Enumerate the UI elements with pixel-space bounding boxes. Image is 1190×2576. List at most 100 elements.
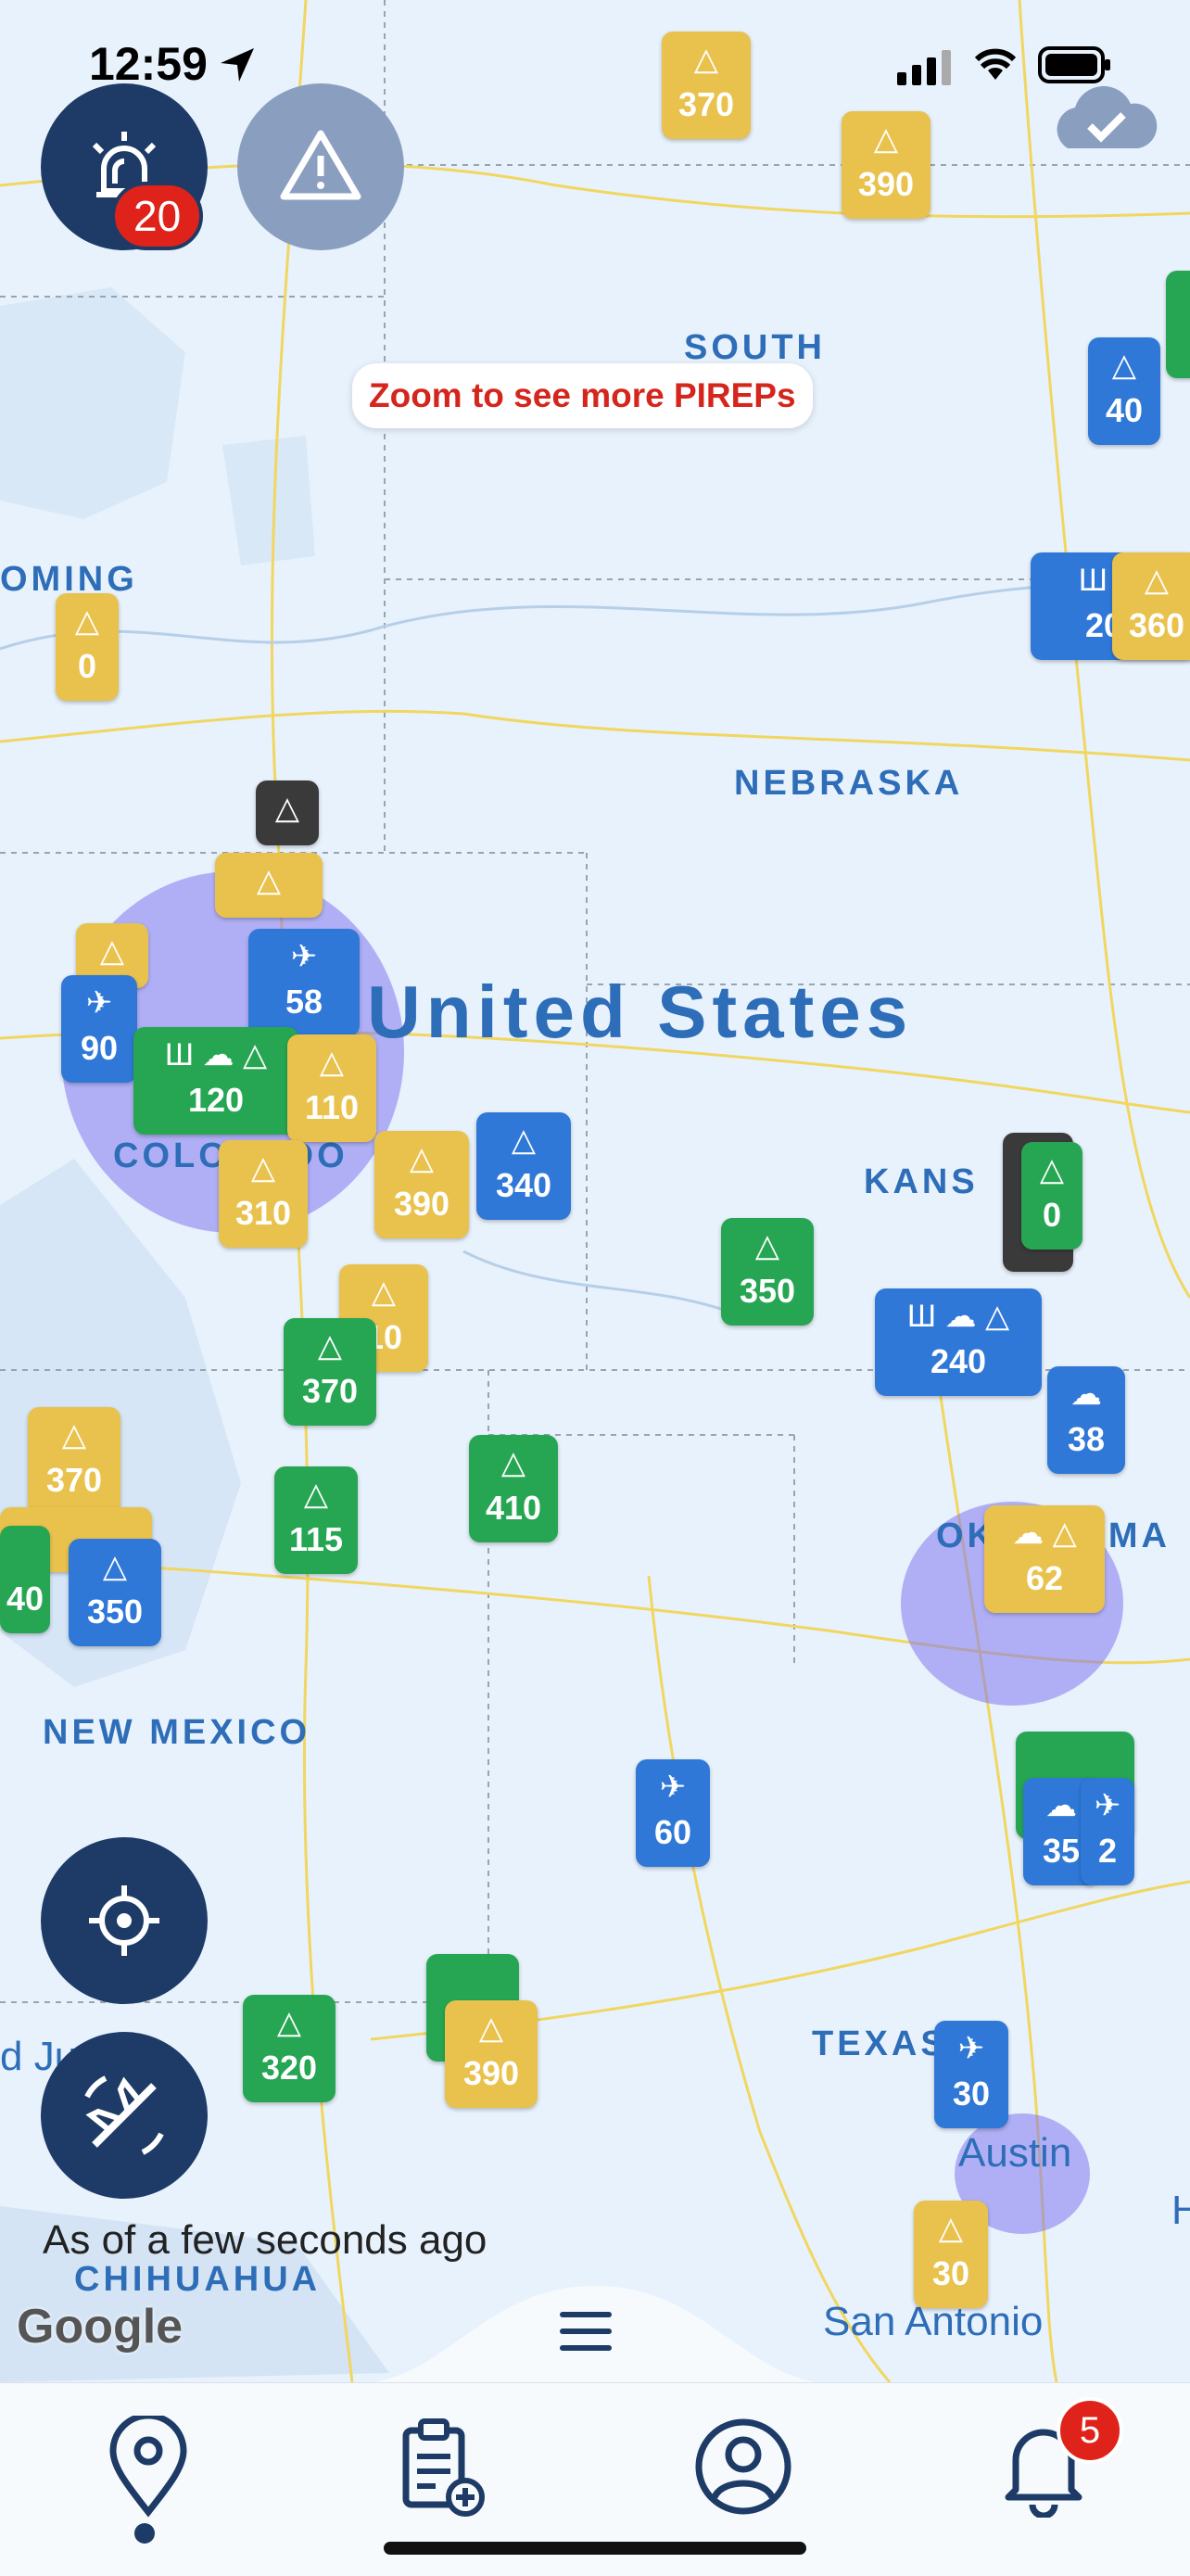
pirep-marker-partial[interactable]: [1166, 271, 1190, 378]
pirep-altitude: 30: [952, 2075, 991, 2113]
map-view[interactable]: SOUTH OMING NEBRASKA KANS COLORADO NEW M…: [0, 0, 1190, 2382]
airplane-icon: ✈: [1094, 1788, 1121, 1823]
turbulence-icon: △: [61, 1417, 87, 1453]
tab-profile[interactable]: [678, 2402, 808, 2532]
turbulence-icon: △: [102, 1549, 128, 1584]
airplane-icon: ✈: [85, 985, 113, 1021]
turbulence-icon: △: [371, 1275, 397, 1310]
pirep-marker[interactable]: △ 310: [219, 1140, 308, 1248]
flight-tracking-button[interactable]: [41, 2032, 208, 2199]
cloud-check-icon[interactable]: [1049, 74, 1160, 158]
pirep-marker[interactable]: △ 350: [721, 1218, 814, 1326]
pirep-marker[interactable]: △ 390: [374, 1131, 469, 1238]
turbulence-icon: △: [317, 1328, 343, 1364]
airplane-icon: ✈: [957, 2031, 985, 2066]
wifi-icon: [974, 48, 1017, 80]
pirep-marker[interactable]: Ш ☁ △ 240: [875, 1288, 1042, 1396]
turbulence-icon: △: [873, 121, 899, 157]
city-label-austin: Austin: [958, 2130, 1072, 2176]
pirep-marker[interactable]: △ 110: [287, 1034, 376, 1142]
turbulence-icon: △: [250, 1150, 276, 1186]
pirep-marker[interactable]: △ 350: [69, 1539, 161, 1646]
pirep-marker[interactable]: △ 0: [56, 593, 119, 701]
last-updated-text: As of a few seconds ago: [43, 2217, 487, 2263]
airplane-icon: ✈: [659, 1770, 687, 1805]
pirep-marker-stack[interactable]: △: [256, 780, 319, 845]
pirep-marker[interactable]: △ 360: [1112, 552, 1190, 660]
notifications-badge: 5: [1057, 2397, 1123, 2464]
pirep-altitude: 310: [234, 1194, 292, 1232]
pirep-marker[interactable]: △ 40: [1088, 337, 1160, 445]
pirep-marker[interactable]: ✈ 58: [248, 929, 360, 1036]
country-label: United States: [367, 971, 914, 1053]
pirep-altitude: 390: [462, 2054, 520, 2092]
pirep-marker[interactable]: △ 370: [662, 32, 751, 139]
pirep-marker[interactable]: Ш ☁ △ 120: [133, 1027, 298, 1135]
state-label-texas: TEXAS: [812, 2024, 948, 2063]
pirep-marker[interactable]: 40: [0, 1526, 50, 1633]
pirep-altitude: 360: [1128, 606, 1185, 644]
active-tab-indicator: [134, 2523, 155, 2544]
pirep-altitude: 40: [6, 1580, 44, 1618]
pirep-altitude: 390: [857, 165, 915, 203]
pirep-marker[interactable]: ✈ 30: [934, 2021, 1008, 2128]
pirep-marker[interactable]: ✈ 90: [61, 975, 137, 1083]
pirep-altitude: 370: [677, 85, 735, 123]
pirep-marker[interactable]: △ 0: [1021, 1142, 1082, 1250]
pirep-marker[interactable]: △ 340: [476, 1112, 571, 1220]
city-label-h: H: [1171, 2188, 1190, 2233]
pirep-marker[interactable]: △ 410: [469, 1435, 558, 1542]
pirep-altitude: 370: [45, 1461, 103, 1499]
pirep-altitude: 110: [304, 1088, 360, 1126]
pirep-marker[interactable]: ☁ △ 62: [984, 1505, 1105, 1613]
pirep-altitude: 350: [739, 1272, 796, 1310]
user-icon: [695, 2418, 791, 2515]
hazard-button[interactable]: [237, 83, 404, 250]
turbulence-icon: △: [274, 791, 300, 826]
pirep-marker[interactable]: ✈ 2: [1081, 1778, 1134, 1885]
turbulence-icon: △: [409, 1141, 435, 1176]
pirep-marker[interactable]: ✈ 60: [636, 1759, 710, 1867]
turbulence-icon: △: [276, 2005, 302, 2040]
pirep-marker[interactable]: △ 320: [243, 1995, 335, 2102]
warning-icon: [280, 130, 361, 200]
menu-icon[interactable]: [556, 2308, 615, 2354]
pirep-altitude: 90: [80, 1029, 119, 1067]
clipboard-add-icon: [402, 2418, 485, 2517]
pirep-altitude: 0: [77, 647, 97, 685]
icing-cloud-turb-icon: Ш ☁ △: [906, 1299, 1010, 1334]
pirep-altitude: 240: [930, 1342, 987, 1380]
pirep-marker-stack[interactable]: △: [215, 853, 323, 918]
state-label-nebraska: NEBRASKA: [734, 764, 964, 803]
pirep-altitude: 320: [260, 2049, 318, 2087]
turbulence-icon: △: [938, 2211, 964, 2246]
state-label-south: SOUTH: [684, 328, 826, 367]
pirep-marker[interactable]: △ 370: [284, 1318, 376, 1426]
pirep-marker[interactable]: △ 115: [274, 1466, 358, 1574]
pirep-marker[interactable]: △ 390: [445, 2000, 538, 2108]
pirep-altitude: 390: [393, 1185, 450, 1223]
status-time: 12:59: [89, 38, 208, 90]
pirep-altitude: 410: [485, 1489, 542, 1527]
pirep-altitude: 370: [301, 1372, 359, 1410]
turbulence-icon: △: [1039, 1152, 1065, 1187]
turbulence-icon: △: [303, 1477, 329, 1512]
cellular-signal-icon: [897, 50, 951, 85]
alerts-count-badge: 20: [111, 182, 204, 250]
locate-me-button[interactable]: [41, 1837, 208, 2004]
zoom-toast: Zoom to see more PIREPs: [352, 363, 813, 428]
home-indicator: [384, 2542, 806, 2555]
pirep-marker[interactable]: △ 370: [28, 1407, 120, 1515]
pirep-altitude: 340: [495, 1166, 552, 1204]
pirep-altitude: 2: [1097, 1832, 1118, 1870]
crosshair-icon: [89, 1885, 159, 1956]
turbulence-icon: △: [500, 1445, 526, 1480]
pirep-altitude: 350: [86, 1593, 144, 1631]
turbulence-icon: △: [511, 1123, 537, 1158]
pirep-marker[interactable]: △ 390: [842, 111, 930, 219]
turbulence-icon: △: [1144, 563, 1170, 598]
pirep-marker[interactable]: ☁ 38: [1047, 1366, 1125, 1474]
tab-new-report[interactable]: [376, 2402, 506, 2532]
tab-map[interactable]: [83, 2402, 213, 2532]
turbulence-icon: △: [99, 933, 125, 969]
